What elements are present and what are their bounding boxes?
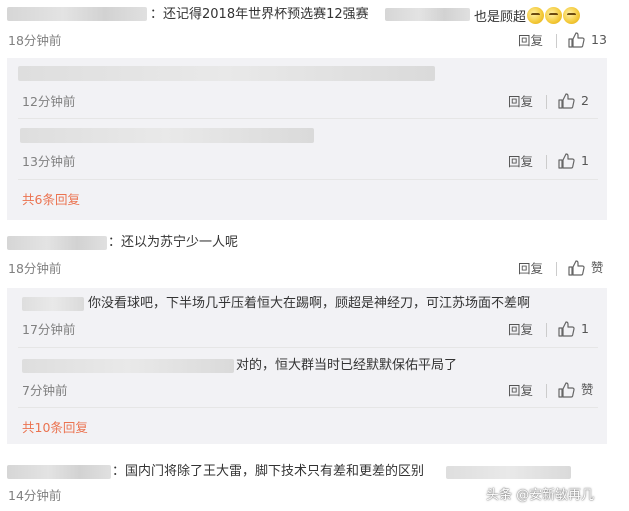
thumbs-up-icon xyxy=(558,93,575,109)
thumbs-up-icon xyxy=(558,382,575,398)
blurred-username xyxy=(7,7,147,21)
reply-time: 7分钟前 xyxy=(22,383,68,398)
like-button[interactable]: 13 xyxy=(568,32,607,48)
separator xyxy=(556,262,557,276)
thumbs-up-icon xyxy=(558,153,575,169)
reply-text: 你没看球吧，下半场几乎压着恒大在踢啊，顾超是神经刀，可江苏场面不差啊 xyxy=(88,296,531,311)
separator xyxy=(546,95,547,109)
like-count: 13 xyxy=(591,32,607,47)
reply-button[interactable]: 回复 xyxy=(508,323,533,337)
separator xyxy=(546,384,547,398)
blurred-username xyxy=(22,359,234,373)
like-count: 1 xyxy=(581,321,589,336)
blurred-username xyxy=(7,465,111,479)
more-replies-link[interactable]: 共6条回复 xyxy=(22,193,80,207)
watermark: 头条 @安新敏再几 xyxy=(486,488,595,503)
blurred-username xyxy=(7,236,107,250)
blurred-username xyxy=(22,297,84,311)
reply-text: 对的，恒大群当时已经默默保佑平局了 xyxy=(236,358,458,373)
reply-time: 12分钟前 xyxy=(22,94,76,109)
blurred-reply-text xyxy=(20,128,314,143)
reply-button[interactable]: 回复 xyxy=(508,384,533,398)
like-count: 赞 xyxy=(591,260,604,275)
comment-text: ：还以为苏宁少一人呢 xyxy=(108,235,239,250)
thumbs-up-icon xyxy=(558,321,575,337)
blurred-text xyxy=(446,466,571,479)
like-button[interactable]: 赞 xyxy=(558,382,594,398)
separator xyxy=(556,34,557,48)
reply-time: 13分钟前 xyxy=(22,154,76,169)
comment-text: ：国内门将除了王大雷，脚下技术只有差和更差的区别 xyxy=(112,464,425,479)
like-button[interactable]: 赞 xyxy=(568,260,604,276)
comment-time: 18分钟前 xyxy=(8,33,62,48)
blurred-mention xyxy=(385,8,470,21)
blurred-reply-text xyxy=(18,66,435,81)
more-replies-link[interactable]: 共10条回复 xyxy=(22,421,88,435)
like-count: 2 xyxy=(581,93,589,108)
divider xyxy=(18,347,598,348)
separator xyxy=(546,323,547,337)
smile-emoji-icon xyxy=(527,7,545,24)
divider xyxy=(18,407,598,408)
smile-emoji-icon xyxy=(545,7,563,24)
smile-emoji-icon xyxy=(563,7,581,24)
like-button[interactable]: 1 xyxy=(558,153,589,169)
reply-time: 17分钟前 xyxy=(22,322,76,337)
comment-text: ：还记得2018年世界杯预选赛12强赛 xyxy=(150,7,369,22)
reply-button[interactable]: 回复 xyxy=(518,262,543,276)
like-button[interactable]: 1 xyxy=(558,321,589,337)
comment-time: 14分钟前 xyxy=(8,488,62,503)
divider xyxy=(18,179,598,180)
thumbs-up-icon xyxy=(568,32,585,48)
like-button[interactable]: 2 xyxy=(558,93,589,109)
thumbs-up-icon xyxy=(568,260,585,276)
like-count: 1 xyxy=(581,153,589,168)
reply-button[interactable]: 回复 xyxy=(508,95,533,109)
comment-text-tail: 也是顾超 xyxy=(474,7,581,26)
comment-time: 18分钟前 xyxy=(8,261,62,276)
like-count: 赞 xyxy=(581,382,594,397)
reply-button[interactable]: 回复 xyxy=(508,155,533,169)
reply-button[interactable]: 回复 xyxy=(518,34,543,48)
separator xyxy=(546,155,547,169)
divider xyxy=(18,118,598,119)
